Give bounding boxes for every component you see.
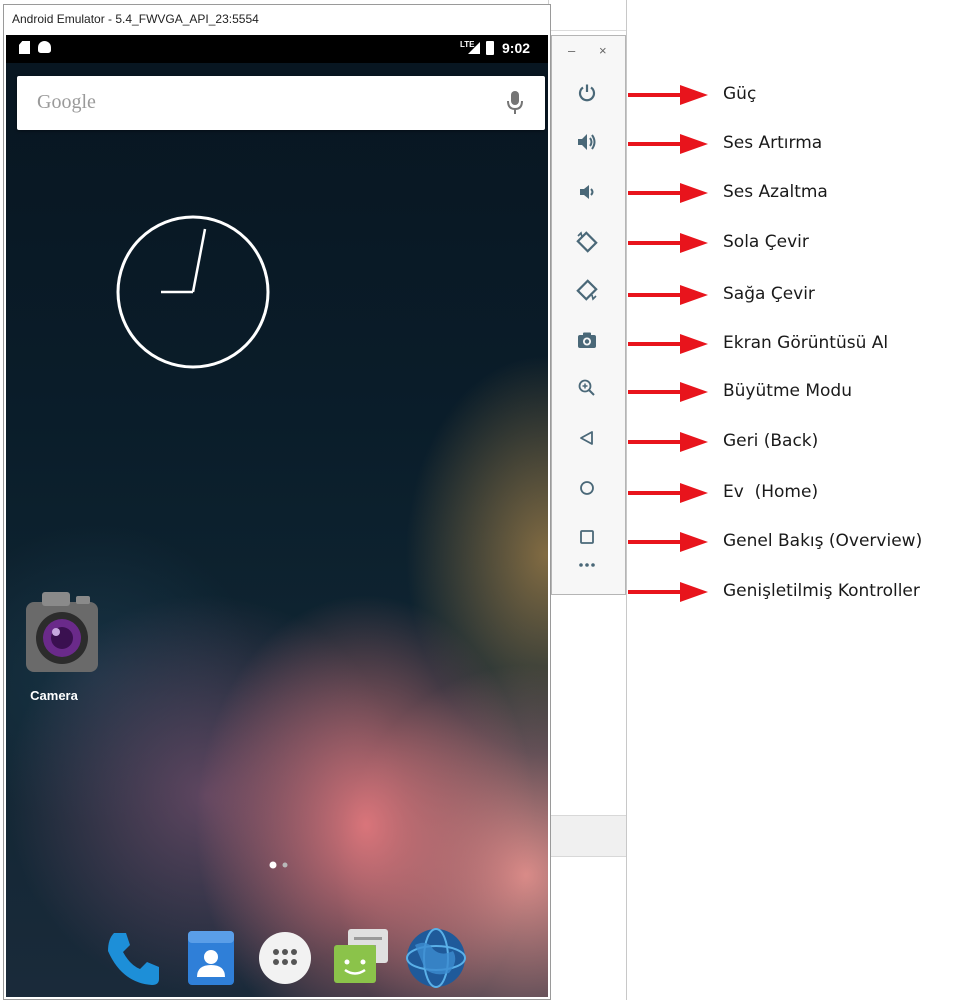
arrow-icon <box>628 85 708 105</box>
callout-label: Büyütme Modu <box>723 381 852 401</box>
rotate-left-button[interactable] <box>569 224 605 260</box>
callout-label: Ses Azaltma <box>723 182 828 202</box>
arrow-icon <box>628 233 708 253</box>
emulator-toolbar: – × <box>551 35 626 595</box>
status-bar: LTE 9:02 <box>6 35 548 63</box>
background-window-divider <box>549 30 626 31</box>
arrow-icon <box>628 432 708 452</box>
callout-label: Ekran Görüntüsü Al <box>723 333 889 353</box>
callout-label: Ev (Home) <box>723 482 819 502</box>
extended-controls-button[interactable] <box>569 547 605 583</box>
google-search-bar[interactable]: Google <box>17 76 545 130</box>
sd-card-icon <box>19 41 30 54</box>
emulator-window: Android Emulator - 5.4_FWVGA_API_23:5554… <box>3 4 551 1000</box>
home-icon <box>580 481 594 495</box>
page-indicator <box>269 861 288 869</box>
volume-down-button[interactable] <box>569 174 605 210</box>
back-button[interactable] <box>569 420 605 456</box>
arrow-icon <box>628 532 708 552</box>
arrow-icon <box>628 483 708 503</box>
callout-zoom: Büyütme Modu <box>628 380 979 404</box>
rotate-right-icon <box>576 279 598 301</box>
power-icon <box>578 84 596 102</box>
callout-label: Sağa Çevir <box>723 284 815 304</box>
callout-label: Güç <box>723 84 757 104</box>
contacts-icon[interactable] <box>184 927 238 989</box>
status-time: 9:02 <box>502 40 531 56</box>
zoom-button[interactable] <box>569 370 605 406</box>
android-icon <box>38 41 51 53</box>
power-button[interactable] <box>569 75 605 111</box>
zoom-icon <box>578 379 595 396</box>
camera-icon <box>578 332 596 348</box>
callout-back: Geri (Back) <box>628 430 979 454</box>
screenshot-button[interactable] <box>569 322 605 358</box>
overview-icon <box>580 530 594 544</box>
device-screen[interactable]: LTE 9:02 Google Camera <box>6 35 548 997</box>
volume-up-icon <box>578 134 596 150</box>
callout-label: Geri (Back) <box>723 431 819 451</box>
callout-power: Güç <box>628 83 979 107</box>
callout-label: Genişletilmiş Kontroller <box>723 581 920 601</box>
close-button[interactable]: × <box>599 43 607 58</box>
callout-home: Ev (Home) <box>628 481 979 505</box>
dock <box>102 925 472 995</box>
more-icon <box>579 563 595 567</box>
rotate-right-button[interactable] <box>569 272 605 308</box>
callout-rotate-left: Sola Çevir <box>628 231 979 255</box>
camera-app-label: Camera <box>30 688 78 703</box>
minimize-button[interactable]: – <box>568 43 575 58</box>
arrow-icon <box>628 285 708 305</box>
arrow-icon <box>628 382 708 402</box>
rotate-left-icon <box>576 231 598 253</box>
analog-clock-widget[interactable] <box>115 214 271 370</box>
callout-screenshot: Ekran Görüntüsü Al <box>628 332 979 356</box>
callout-overview: Genel Bakış (Overview) <box>628 530 979 554</box>
arrow-icon <box>628 582 708 602</box>
camera-app[interactable]: Camera <box>22 580 102 703</box>
callout-volume-down: Ses Azaltma <box>628 181 979 205</box>
volume-down-icon <box>580 185 594 199</box>
callout-rotate-right: Sağa Çevir <box>628 283 979 307</box>
callout-volume-up: Ses Artırma <box>628 132 979 156</box>
search-placeholder: Google <box>37 91 96 113</box>
arrow-icon <box>628 134 708 154</box>
home-button[interactable] <box>569 470 605 506</box>
camera-app-icon <box>26 592 98 672</box>
callout-extended-controls: Genişletilmiş Kontroller <box>628 580 979 604</box>
app-drawer-icon[interactable] <box>257 930 313 986</box>
arrow-icon <box>628 334 708 354</box>
volume-up-button[interactable] <box>569 124 605 160</box>
arrow-icon <box>628 183 708 203</box>
emulator-title: Android Emulator - 5.4_FWVGA_API_23:5554 <box>12 12 259 26</box>
callout-label: Sola Çevir <box>723 232 809 252</box>
background-window-band <box>549 815 626 857</box>
callout-label: Genel Bakış (Overview) <box>723 531 923 551</box>
microphone-icon[interactable] <box>505 90 525 116</box>
back-icon <box>580 431 593 445</box>
browser-icon[interactable] <box>405 927 467 989</box>
callout-label: Ses Artırma <box>723 133 823 153</box>
signal-icon <box>468 42 480 54</box>
phone-icon[interactable] <box>102 927 164 989</box>
battery-icon <box>486 41 494 55</box>
messenger-icon[interactable] <box>330 925 392 991</box>
